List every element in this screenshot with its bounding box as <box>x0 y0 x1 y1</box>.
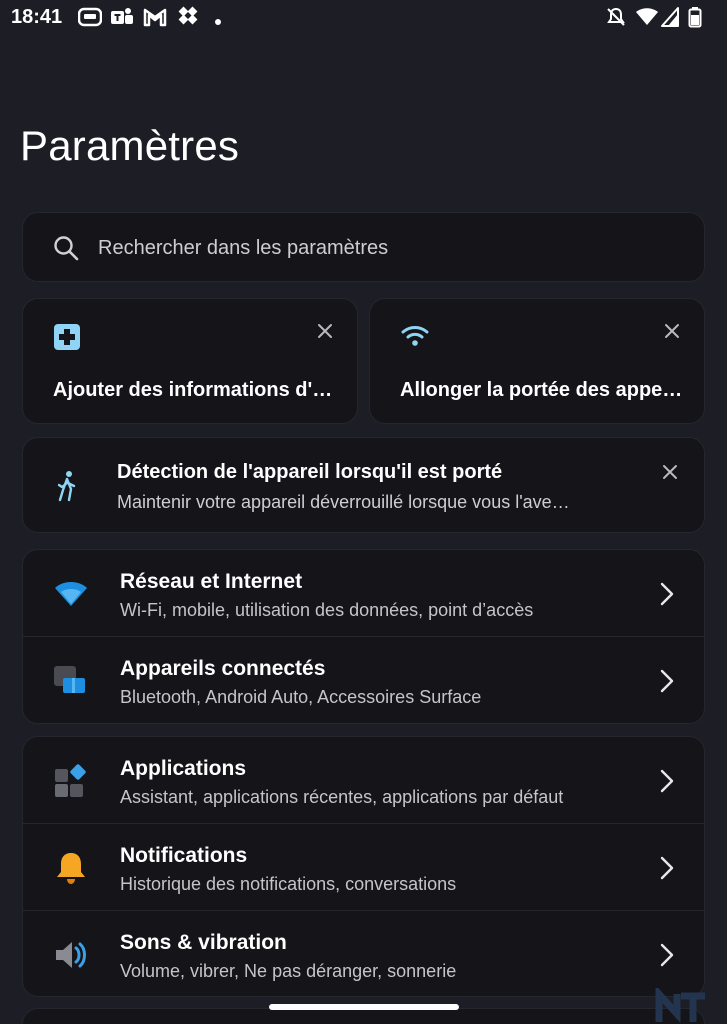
item-subtitle: Wi-Fi, mobile, utilisation des données, … <box>120 600 534 620</box>
chevron-right-icon <box>660 943 674 972</box>
battery-icon <box>688 6 702 33</box>
item-subtitle: Assistant, applications récentes, applic… <box>120 787 564 807</box>
notifications-off-icon <box>605 6 627 33</box>
settings-item-sound[interactable]: Sons & vibration Volume, vibrer, Ne pas … <box>23 911 704 998</box>
app-icon <box>77 6 103 33</box>
cell-signal-icon <box>660 6 680 33</box>
chevron-right-icon <box>660 582 674 611</box>
status-time: 18:41 <box>11 6 63 28</box>
item-subtitle: Historique des notifications, conversati… <box>120 874 457 894</box>
teams-icon <box>110 6 134 33</box>
suggestion-subtitle: Maintenir votre appareil déverrouillé lo… <box>117 492 570 512</box>
settings-group-partial <box>22 1008 705 1024</box>
settings-group-connectivity: Réseau et Internet Wi-Fi, mobile, utilis… <box>22 549 705 724</box>
close-icon[interactable] <box>662 464 678 485</box>
chevron-right-icon <box>660 669 674 698</box>
home-indicator[interactable] <box>269 1004 459 1010</box>
settings-item-applications[interactable]: Applications Assistant, applications réc… <box>23 737 704 824</box>
item-title: Sons & vibration <box>120 931 287 954</box>
item-title: Applications <box>120 757 247 780</box>
item-title: Réseau et Internet <box>120 570 303 593</box>
chevron-right-icon <box>660 856 674 885</box>
suggestion-title: Allonger la portée des appel… <box>400 379 686 401</box>
item-subtitle: Bluetooth, Android Auto, Accessoires Sur… <box>120 687 482 707</box>
suggestion-card-wifi-calling[interactable]: Allonger la portée des appel… <box>369 298 705 424</box>
search-placeholder: Rechercher dans les paramètres <box>98 237 389 259</box>
close-icon[interactable] <box>664 323 680 344</box>
settings-screen: 18:41 Paramètres Rechercher dans les par… <box>0 0 727 1024</box>
gmail-icon <box>143 6 167 33</box>
wifi-icon <box>635 6 659 33</box>
bell-icon <box>53 850 89 886</box>
suggestion-title: Ajouter des informations d'… <box>53 379 333 401</box>
wifi-calling-icon <box>400 323 430 354</box>
speaker-icon <box>53 937 89 973</box>
chevron-right-icon <box>660 769 674 798</box>
suggestion-card-on-body-detection[interactable]: Détection de l'appareil lorsqu'il est po… <box>22 437 705 533</box>
item-title: Notifications <box>120 844 248 867</box>
apps-icon <box>53 763 89 799</box>
close-icon[interactable] <box>317 323 333 344</box>
watermark-logo-icon <box>655 984 725 1024</box>
walking-person-icon <box>55 470 81 507</box>
item-subtitle: Volume, vibrer, Ne pas déranger, sonneri… <box>120 961 457 981</box>
settings-item-connected-devices[interactable]: Appareils connectés Bluetooth, Android A… <box>23 637 704 724</box>
status-bar: 18:41 <box>0 0 727 34</box>
wifi-icon <box>53 576 89 612</box>
connected-devices-icon <box>53 663 89 699</box>
page-title: Paramètres <box>20 122 240 169</box>
search-bar[interactable]: Rechercher dans les paramètres <box>22 212 705 282</box>
suggestion-card-medical-info[interactable]: Ajouter des informations d'… <box>22 298 358 424</box>
suggestion-title: Détection de l'appareil lorsqu'il est po… <box>117 461 503 483</box>
search-icon <box>53 235 79 266</box>
settings-group-apps: Applications Assistant, applications réc… <box>22 736 705 997</box>
dropbox-icon <box>176 6 200 33</box>
settings-item-notifications[interactable]: Notifications Historique des notificatio… <box>23 824 704 911</box>
item-title: Appareils connectés <box>120 657 326 680</box>
medical-info-icon <box>53 323 81 356</box>
dot-icon <box>214 13 222 31</box>
settings-item-network[interactable]: Réseau et Internet Wi-Fi, mobile, utilis… <box>23 550 704 637</box>
